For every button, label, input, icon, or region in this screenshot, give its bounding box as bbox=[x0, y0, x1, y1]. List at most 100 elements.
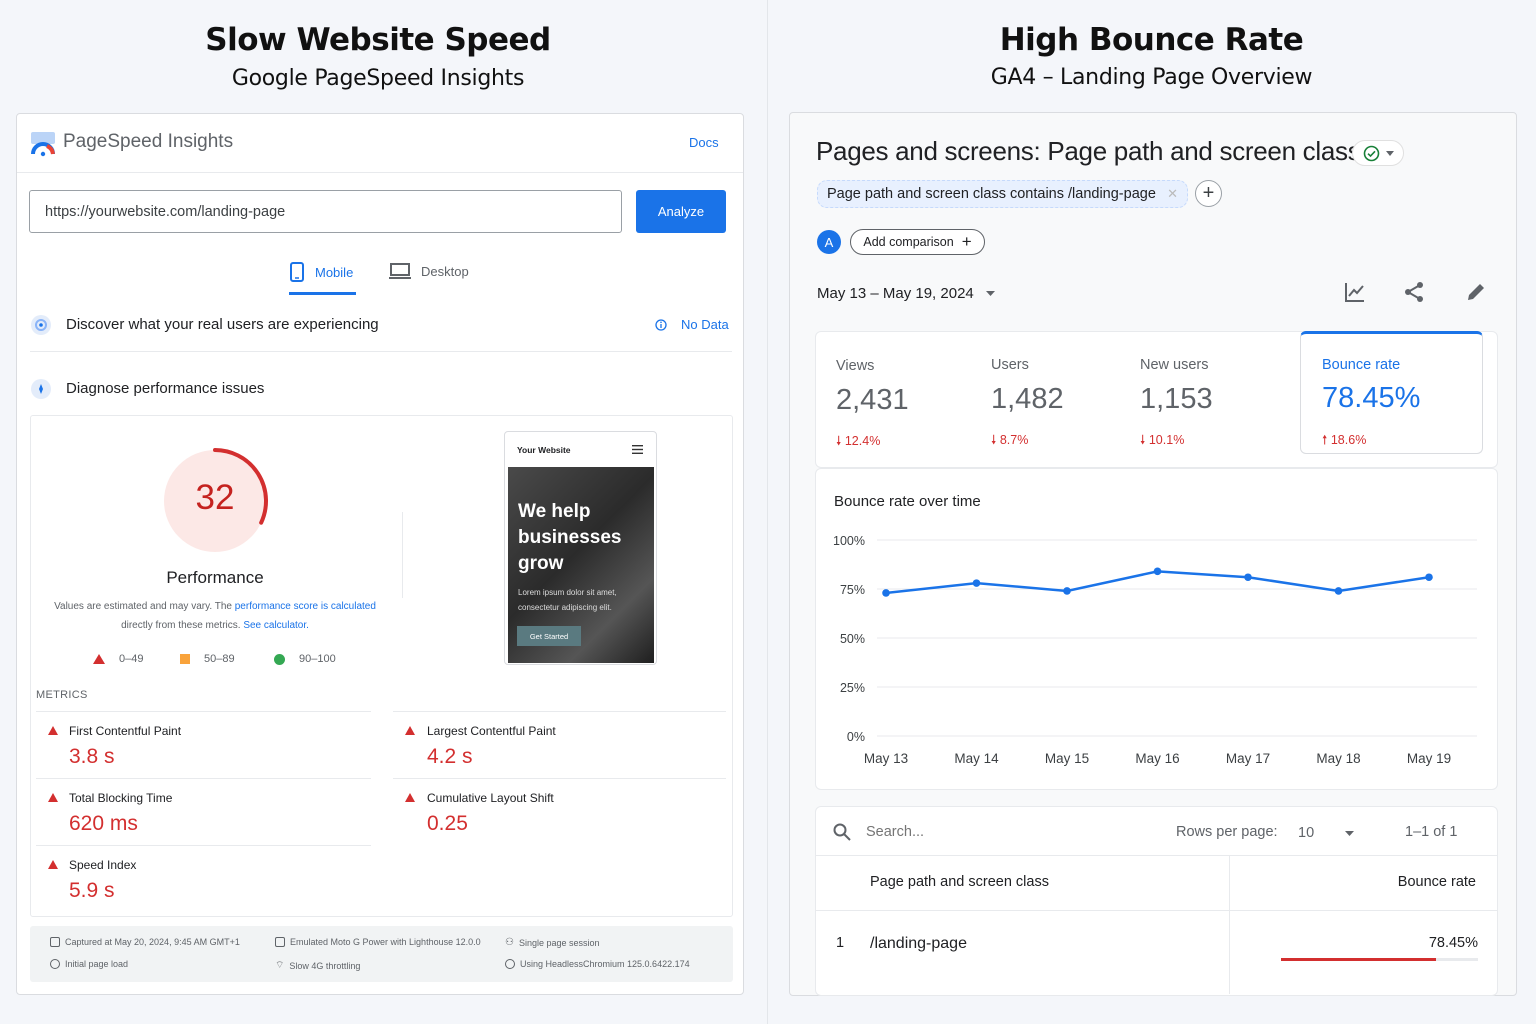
column-header-page-path[interactable]: Page path and screen class bbox=[870, 874, 1049, 890]
row-bounce-rate: 78.45% bbox=[1428, 935, 1478, 951]
plus-icon: + bbox=[1202, 182, 1215, 204]
score-calculation-link[interactable]: performance score is calculated bbox=[235, 601, 376, 612]
report-title: Pages and screens: Page path and screen … bbox=[816, 136, 1361, 166]
rows-per-page-select[interactable]: 10 bbox=[1298, 822, 1354, 844]
left-heading: Slow Website Speed bbox=[205, 22, 551, 58]
data-point[interactable] bbox=[1425, 573, 1433, 582]
right-heading: High Bounce Rate bbox=[999, 22, 1304, 58]
close-icon[interactable]: ✕ bbox=[1167, 186, 1178, 202]
legend-item-average: 50–89 bbox=[180, 653, 235, 665]
session-type-text: Single page session bbox=[518, 937, 600, 948]
metric-cls-value: 0.25 bbox=[427, 812, 468, 835]
pagination-label: 1–1 of 1 bbox=[1405, 824, 1458, 840]
person-icon: ⚇ bbox=[505, 937, 514, 948]
fail-triangle-icon bbox=[48, 860, 58, 869]
network-throttling-text: Slow 4G throttling bbox=[289, 960, 361, 971]
mobile-icon bbox=[290, 262, 304, 282]
y-tick-label: 25% bbox=[840, 681, 865, 695]
table-row[interactable]: 1 /landing-page 78.45% bbox=[816, 911, 1497, 995]
x-tick-label: May 13 bbox=[864, 751, 908, 766]
desktop-icon bbox=[389, 263, 411, 279]
metrics-divider bbox=[36, 711, 371, 712]
data-point[interactable] bbox=[1063, 587, 1071, 595]
kpi-users-label[interactable]: Users bbox=[991, 357, 1029, 373]
filter-chip-label: Page path and screen class contains /lan… bbox=[827, 186, 1156, 202]
real-users-title: Discover what your real users are experi… bbox=[66, 316, 379, 333]
data-point[interactable] bbox=[1334, 587, 1343, 595]
data-point[interactable] bbox=[972, 579, 981, 587]
metric-si-label: Speed Index bbox=[69, 858, 137, 872]
timer-icon bbox=[50, 959, 60, 969]
bounce-rate-line-chart: 100% 75% 50% 25% 0% May 13 May 14 May 15 May 16 M… bbox=[833, 534, 1477, 766]
metrics-divider bbox=[393, 778, 726, 779]
docs-link[interactable]: Docs bbox=[689, 135, 719, 150]
legend-item-pass: 90–100 bbox=[274, 653, 336, 665]
kpi-bounce-rate-label[interactable]: Bounce rate bbox=[1322, 357, 1400, 373]
kpi-new-users-value: 1,153 bbox=[1140, 383, 1213, 415]
real-users-icon bbox=[31, 315, 51, 335]
share-icon[interactable] bbox=[1403, 281, 1425, 303]
fail-triangle-icon bbox=[48, 793, 58, 802]
circle-icon bbox=[274, 653, 285, 665]
kpi-users-delta-value: 8.7% bbox=[999, 433, 1029, 447]
fail-triangle-icon bbox=[405, 793, 415, 802]
kpi-bounce-rate-value: 78.45% bbox=[1322, 382, 1421, 414]
device-icon bbox=[275, 937, 285, 947]
filter-chip[interactable]: Page path and screen class contains /lan… bbox=[817, 180, 1188, 208]
data-point[interactable] bbox=[1153, 567, 1162, 576]
arrow-down-icon: 🠗 bbox=[1140, 433, 1146, 447]
metric-lcp-value: 4.2 s bbox=[427, 745, 473, 768]
search-icon bbox=[833, 823, 851, 841]
captured-at: Captured at May 20, 2024, 9:45 AM GMT+1 bbox=[50, 937, 240, 947]
pagespeed-logo-icon bbox=[31, 132, 55, 157]
right-subheading: GA4 – Landing Page Overview bbox=[990, 65, 1313, 90]
date-range-picker[interactable]: May 13 – May 19, 2024 bbox=[817, 285, 995, 302]
calendar-icon bbox=[50, 937, 60, 947]
arrow-down-icon: 🠗 bbox=[836, 434, 842, 448]
network-throttling: ⌔ Slow 4G throttling bbox=[275, 959, 360, 972]
add-comparison-button[interactable]: Add comparison + bbox=[850, 229, 985, 255]
metric-cls-label: Cumulative Layout Shift bbox=[427, 791, 554, 805]
caret-down-icon bbox=[985, 291, 995, 296]
legend-label: 90–100 bbox=[299, 653, 336, 665]
y-tick-label: 75% bbox=[840, 583, 865, 597]
preview-body-text: Lorem ipsum dolor sit amet, consectetur … bbox=[518, 588, 617, 612]
add-filter-button[interactable]: + bbox=[1195, 180, 1222, 207]
data-point[interactable] bbox=[1244, 573, 1252, 582]
row-index: 1 bbox=[836, 935, 845, 951]
tab-mobile[interactable]: Mobile bbox=[289, 262, 353, 282]
app-name: PageSpeed Insights bbox=[63, 131, 234, 152]
emulated-device: Emulated Moto G Power with Lighthouse 12… bbox=[275, 937, 481, 947]
data-point[interactable] bbox=[882, 589, 890, 597]
y-tick-label: 0% bbox=[847, 730, 865, 744]
browser-icon bbox=[505, 959, 515, 969]
kpi-new-users-label[interactable]: New users bbox=[1140, 357, 1209, 373]
metrics-heading: METRICS bbox=[36, 689, 88, 701]
metrics-divider bbox=[36, 845, 371, 846]
kpi-views-delta: 🠗 12.4% bbox=[836, 432, 880, 453]
table-search-input[interactable] bbox=[866, 820, 1146, 844]
y-tick-label: 100% bbox=[833, 534, 865, 548]
y-tick-label: 50% bbox=[840, 632, 865, 646]
column-header-bounce-rate[interactable]: Bounce rate bbox=[1300, 874, 1476, 890]
info-icon[interactable] bbox=[655, 319, 667, 331]
chart-type-icon[interactable] bbox=[1344, 281, 1366, 303]
url-input[interactable] bbox=[29, 190, 622, 233]
row-page-path: /landing-page bbox=[870, 935, 967, 952]
x-tick-label: May 16 bbox=[1135, 751, 1179, 766]
analyze-button[interactable]: Analyze bbox=[636, 190, 726, 233]
vertical-divider bbox=[402, 512, 403, 598]
kpi-views-label[interactable]: Views bbox=[836, 358, 874, 374]
avatar[interactable]: A bbox=[817, 230, 841, 254]
caret-down-icon bbox=[1345, 830, 1354, 836]
panel-divider bbox=[767, 0, 768, 1024]
tab-desktop[interactable]: Desktop bbox=[389, 262, 469, 280]
plus-icon: + bbox=[961, 232, 972, 251]
report-status-dropdown[interactable] bbox=[1352, 140, 1404, 166]
calculator-link[interactable]: See calculator. bbox=[243, 620, 309, 631]
metrics-divider bbox=[36, 778, 371, 779]
metric-fcp-label: First Contentful Paint bbox=[69, 724, 182, 738]
performance-score-value: 32 bbox=[195, 478, 235, 517]
bounce-rate-bar-fill bbox=[1281, 958, 1436, 961]
edit-pencil-icon[interactable] bbox=[1465, 281, 1487, 303]
